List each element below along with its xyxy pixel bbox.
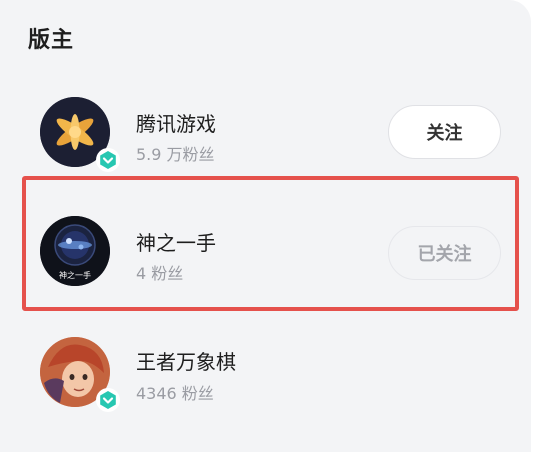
fan-count: 4346 粉丝	[136, 384, 214, 403]
section-title: 版主	[28, 28, 75, 53]
follow-button[interactable]: 关注	[388, 105, 501, 159]
highlight-box	[22, 176, 519, 311]
moderator-row-wangzhe-wanxiangqi[interactable]: 王者万象棋 4346 粉丝	[0, 322, 531, 422]
moderator-row-tencent-games[interactable]: 腾讯游戏 5.9 万粉丝 关注	[0, 82, 531, 182]
moderator-name: 腾讯游戏	[136, 112, 216, 136]
verified-badge-icon	[96, 388, 120, 412]
verified-badge-icon	[96, 148, 120, 172]
moderator-name: 王者万象棋	[136, 350, 236, 374]
fan-count: 5.9 万粉丝	[136, 145, 215, 164]
